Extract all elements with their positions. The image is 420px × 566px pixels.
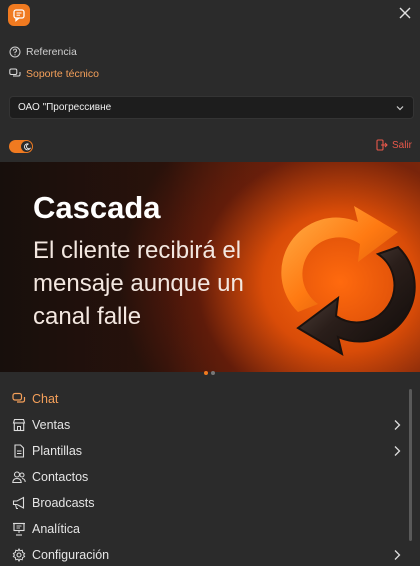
banner-line-3: canal falle — [33, 303, 142, 330]
banner-line-1: El cliente recibirá el — [33, 237, 242, 264]
company-select[interactable]: ОАО "Прогрессивне — [9, 96, 414, 119]
menu-item-contactos[interactable]: Contactos — [0, 464, 410, 490]
logout-button[interactable]: Salir — [376, 139, 412, 151]
menu-item-label: Configuración — [32, 548, 110, 562]
menu-item-ventas[interactable]: Ventas — [0, 412, 410, 438]
banner-title: Cascada — [33, 190, 161, 225]
reference-label: Referencia — [26, 46, 77, 58]
top-bar — [0, 0, 420, 30]
chat-bubbles-icon — [9, 68, 21, 80]
close-icon[interactable] — [396, 4, 414, 22]
moon-icon — [21, 141, 32, 152]
logout-label: Salir — [391, 139, 412, 151]
menu-item-label: Analítica — [32, 522, 80, 536]
megaphone-icon — [12, 496, 26, 510]
support-label: Soporte técnico — [26, 68, 99, 80]
menu-item-label: Ventas — [32, 418, 71, 432]
carousel-dot[interactable] — [204, 371, 208, 375]
menu-item-label: Contactos — [32, 470, 89, 484]
menu-item-label: Broadcasts — [32, 496, 95, 510]
users-icon — [12, 470, 26, 484]
document-icon — [12, 444, 26, 458]
banner-line-2: mensaje aunque un — [33, 270, 244, 297]
menu-item-label: Plantillas — [32, 444, 83, 458]
chevron-right-icon — [392, 419, 402, 431]
menu-scrollbar[interactable] — [409, 389, 412, 541]
chevron-right-icon — [392, 549, 402, 561]
gear-icon — [12, 548, 26, 562]
menu-item-broadcasts[interactable]: Broadcasts — [0, 490, 410, 516]
menu-item-chat[interactable]: Chat — [0, 386, 410, 412]
chat-bubble-logo-icon — [8, 4, 30, 26]
menu-item-plantillas[interactable]: Plantillas — [0, 438, 410, 464]
chevron-right-icon — [392, 445, 402, 457]
cycle-arrows-illustration — [281, 206, 416, 357]
chat-icon — [12, 392, 26, 406]
question-circle-icon — [9, 46, 21, 58]
banner-description: El cliente recibirá el mensaje aunque un… — [33, 234, 293, 333]
chevron-down-icon — [395, 103, 405, 113]
company-select-value: ОАО "Прогрессивне — [18, 102, 112, 113]
presentation-icon — [12, 522, 26, 536]
main-menu: Chat Ventas Plantillas Contactos Broadca… — [0, 386, 410, 566]
logout-icon — [376, 139, 388, 151]
carousel-dots — [204, 371, 215, 375]
carousel-dot[interactable] — [211, 371, 215, 375]
menu-item-configuracion[interactable]: Configuración — [0, 542, 410, 566]
support-link[interactable]: Soporte técnico — [9, 68, 99, 80]
menu-item-analitica[interactable]: Analítica — [0, 516, 410, 542]
menu-item-label: Chat — [32, 392, 59, 406]
store-icon — [12, 418, 26, 432]
reference-link[interactable]: Referencia — [9, 46, 77, 58]
promo-banner[interactable]: Cascada El cliente recibirá el mensaje a… — [0, 162, 420, 372]
theme-toggle[interactable] — [9, 140, 33, 153]
